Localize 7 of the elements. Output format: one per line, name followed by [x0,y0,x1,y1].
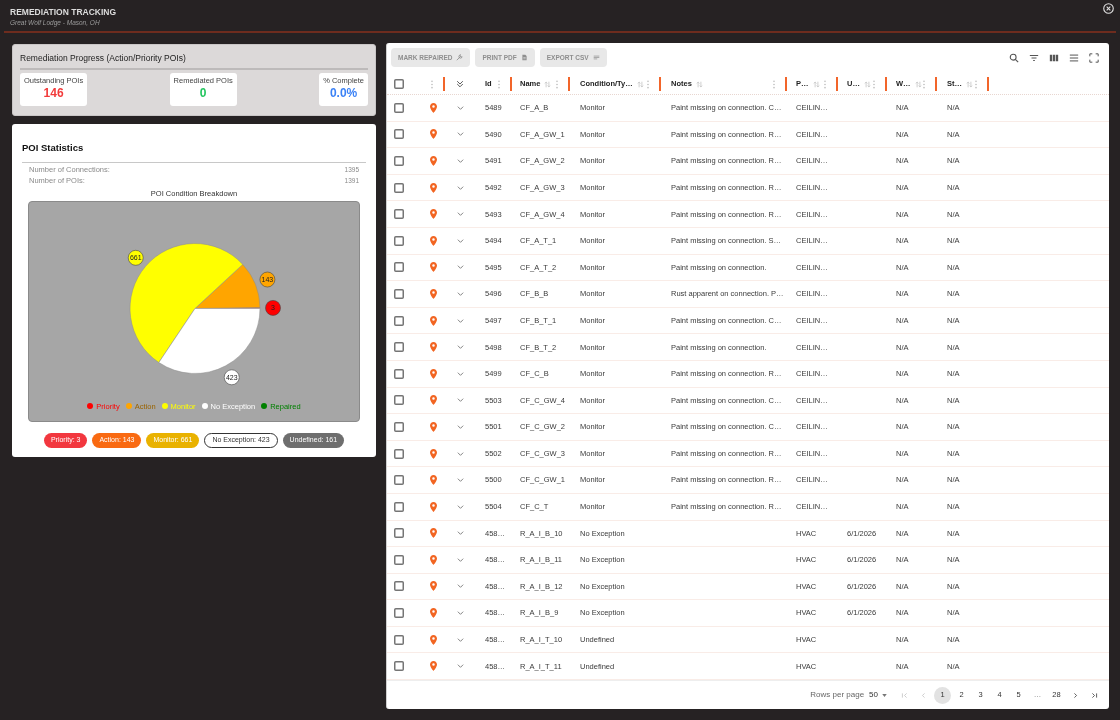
rows-per-page-label: Rows per page [810,689,865,702]
panel-title: POI Statistics [22,142,85,154]
stat-value: 0.0% [329,86,358,101]
app-title: REMEDIATION TRACKING [10,7,117,17]
stat-value: 146 [43,86,64,101]
stat-value: 0 [199,86,207,101]
panel-title: Remediation Progress (Action/Priority POIs) [20,53,187,63]
